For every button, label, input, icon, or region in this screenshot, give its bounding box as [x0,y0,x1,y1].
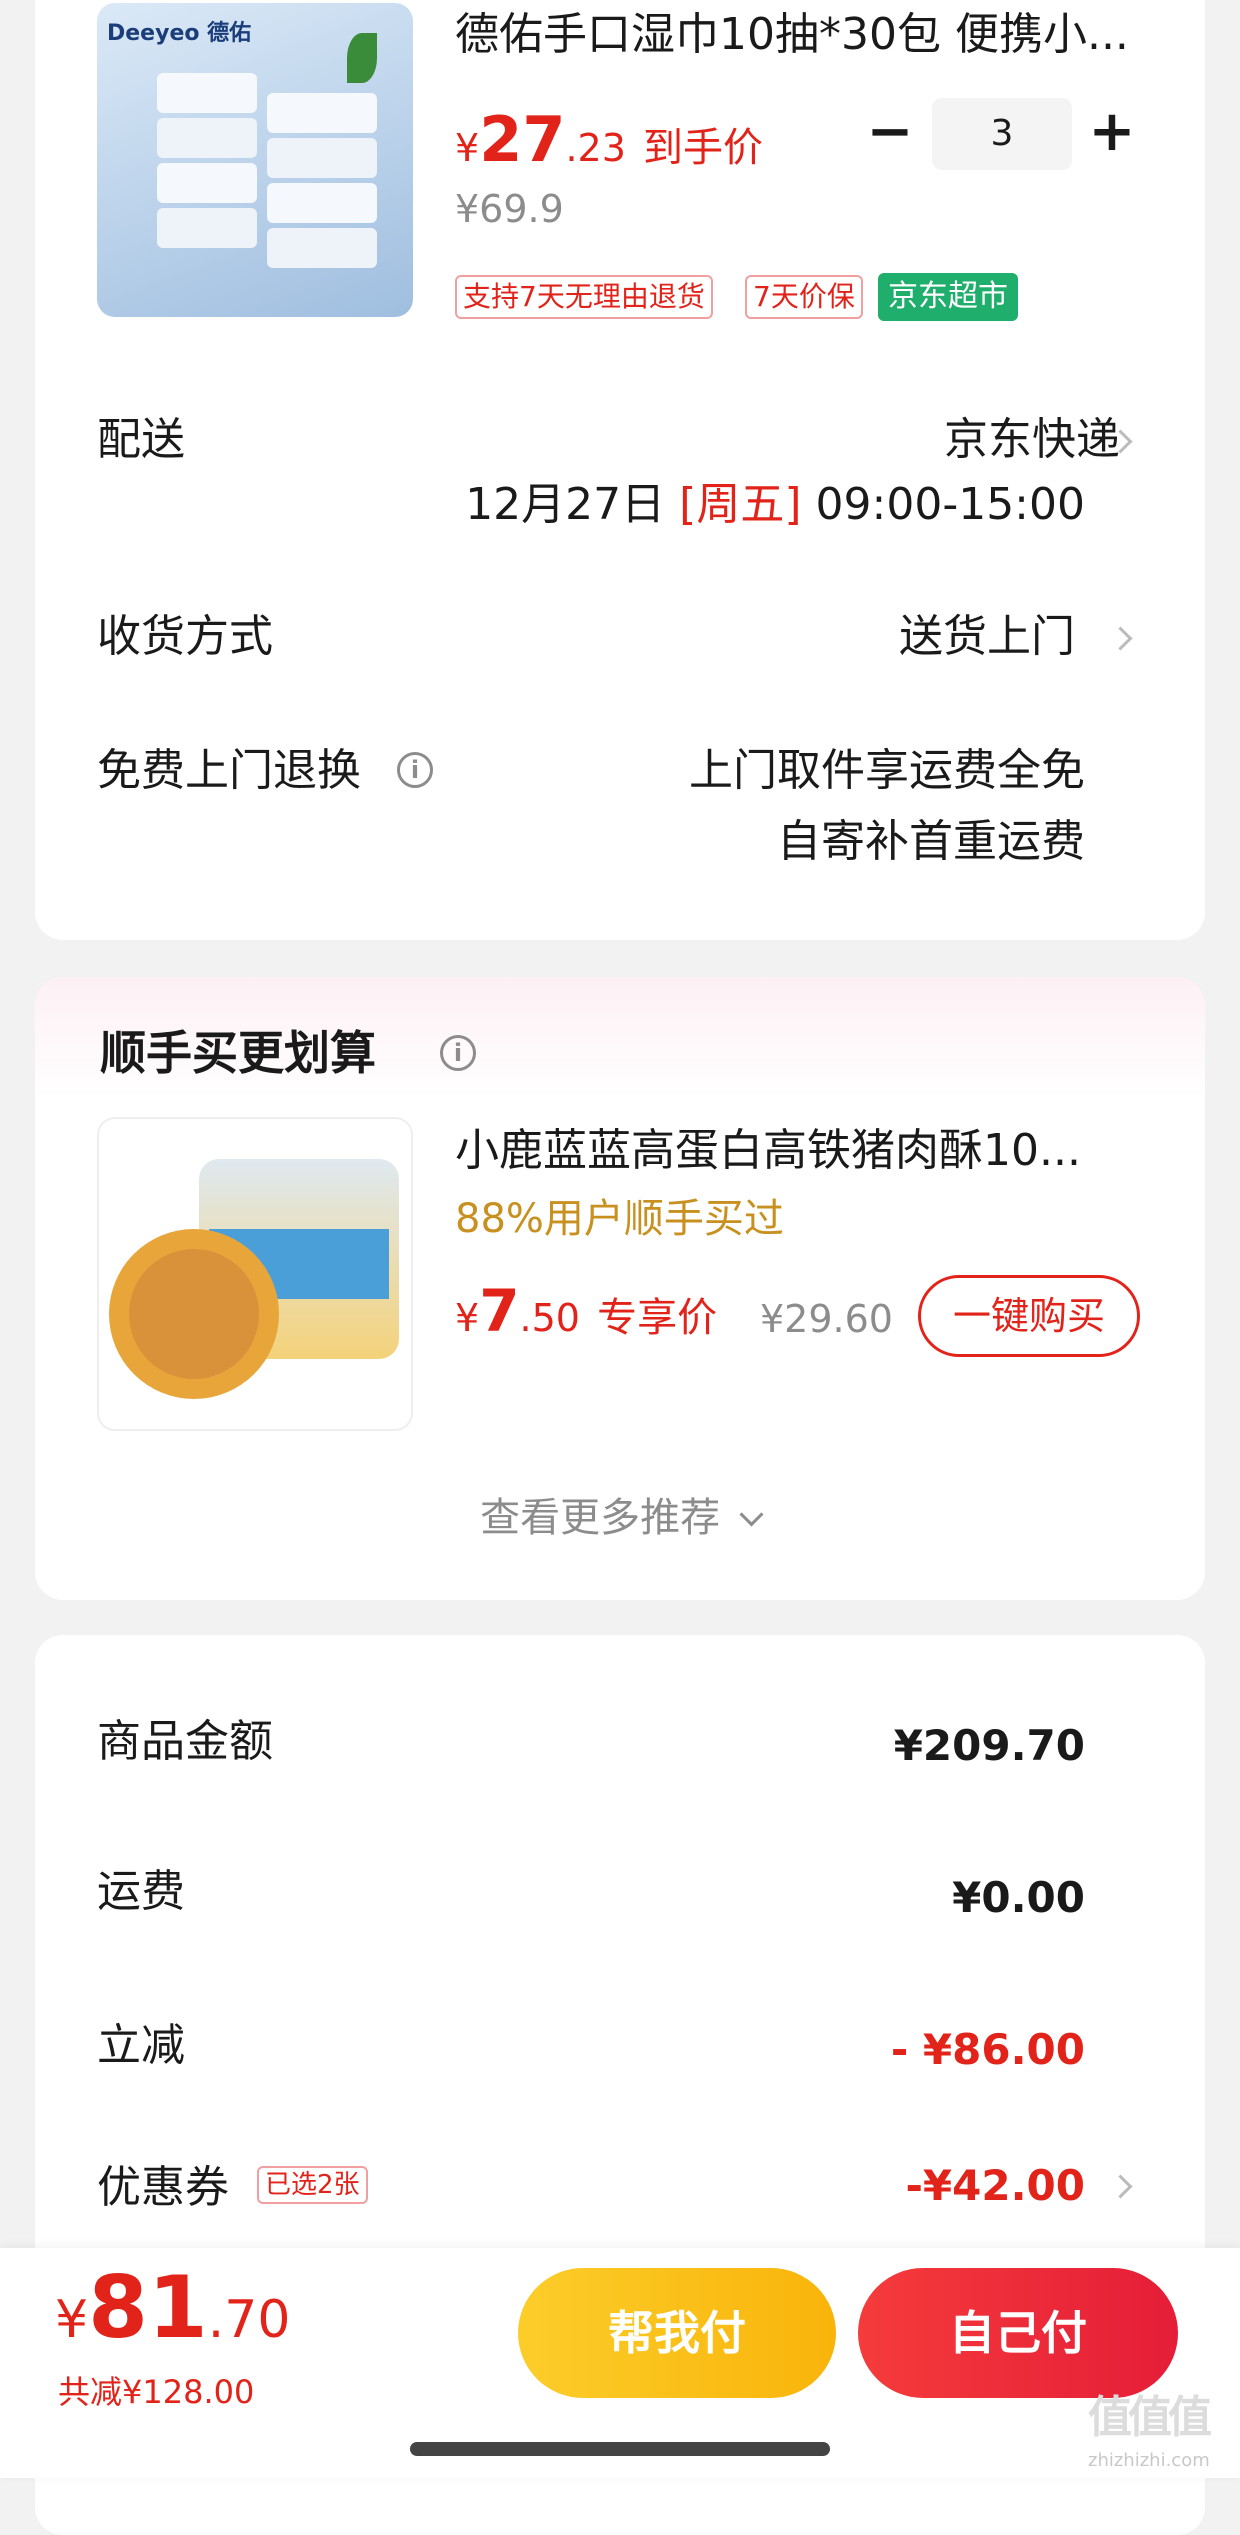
recommend-title: 顺手买更划算 [100,1026,376,1080]
see-more-label: 查看更多推荐 [480,1495,721,1541]
home-indicator [410,2442,830,2456]
recommend-product-image[interactable] [97,1117,413,1431]
product-title[interactable]: 德佑手口湿巾10抽*30包 便携小... [455,5,1129,65]
chevron-down-icon [739,1502,764,1527]
delivery-carrier: 京东快递 [944,414,1120,465]
price-tag: 到手价 [643,125,763,171]
total-price-decimal: .70 [207,2290,291,2350]
delivery-time: 12月27日 [周五] 09:00-15:00 [465,475,1085,535]
recommend-price-integer: 7 [479,1277,520,1345]
recommend-price-symbol: ¥ [455,1296,480,1340]
price-decimal: .23 [565,126,626,170]
coupon-selected-badge: 已选2张 [257,2166,368,2204]
shipping-value: ¥0.00 [952,1873,1085,1922]
discount-value: - ¥86.00 [890,2025,1085,2074]
delivery-window: 09:00-15:00 [815,479,1085,530]
tag-7day-return: 支持7天无理由退货 [455,275,713,319]
tag-price-protect: 7天价保 [745,275,863,319]
price-symbol: ¥ [455,126,480,170]
info-icon[interactable]: i [397,752,433,788]
free-return-label: 免费上门退换 [97,745,361,796]
receive-method-value[interactable]: 送货上门 [899,607,1075,667]
recommend-price-decimal: .50 [519,1296,580,1340]
delivery-row[interactable]: 京东快递 [944,410,1120,470]
product-price: ¥27.23 到手价 [455,105,763,191]
self-pay-button[interactable]: 自己付 [858,2268,1178,2398]
delivery-weekday: [周五] [679,479,802,530]
total-price-symbol: ¥ [55,2290,89,2350]
goods-amount-label: 商品金额 [97,1716,273,1767]
free-return-line2: 自寄补首重运费 [777,816,1085,867]
receive-method-label: 收货方式 [97,611,273,662]
increase-button[interactable]: + [1082,98,1142,170]
recommend-price: ¥7.50 专享价 [455,1278,717,1359]
original-price: ¥69.9 [455,187,564,231]
coupon-value[interactable]: -¥42.00 [905,2156,1085,2216]
jd-supermarket-badge: 京东超市 [878,273,1018,321]
decrease-button[interactable]: − [860,98,920,170]
shipping-label: 运费 [97,1866,185,1917]
discount-label: 立减 [97,2020,185,2071]
product-image-brand: Deeyeo 德佑 [107,21,252,46]
price-integer: 27 [479,103,566,176]
recommend-price-tag: 专享价 [597,1295,718,1341]
delivery-date: 12月27日 [465,479,666,530]
product-image[interactable]: Deeyeo 德佑 [97,3,413,317]
quantity-input[interactable]: 3 [932,98,1072,170]
see-more-recommend[interactable]: 查看更多推荐 [0,1490,1240,1546]
goods-amount-value: ¥209.70 [893,1721,1085,1770]
recommend-original-price: ¥29.60 [760,1297,893,1341]
total-price-integer: 81 [88,2258,208,2358]
help-pay-button[interactable]: 帮我付 [518,2268,836,2398]
quantity-stepper: − 3 + [860,98,1140,170]
one-click-buy-button[interactable]: 一键购买 [918,1275,1140,1357]
free-return-line1: 上门取件享运费全免 [689,745,1085,796]
delivery-label: 配送 [97,414,185,465]
total-saving: 共减¥128.00 [58,2373,255,2411]
recommend-info-icon[interactable]: i [440,1035,476,1071]
recommend-product-sub: 88%用户顺手买过 [455,1196,784,1242]
coupon-label: 优惠券 [97,2162,229,2213]
total-price: ¥81.70 [55,2258,290,2382]
watermark-url: zhizhizhi.com [1088,2450,1210,2471]
watermark-logo: 值值值 [1088,2392,1212,2443]
recommend-product-title[interactable]: 小鹿蓝蓝高蛋白高铁猪肉酥10... [455,1121,1081,1181]
